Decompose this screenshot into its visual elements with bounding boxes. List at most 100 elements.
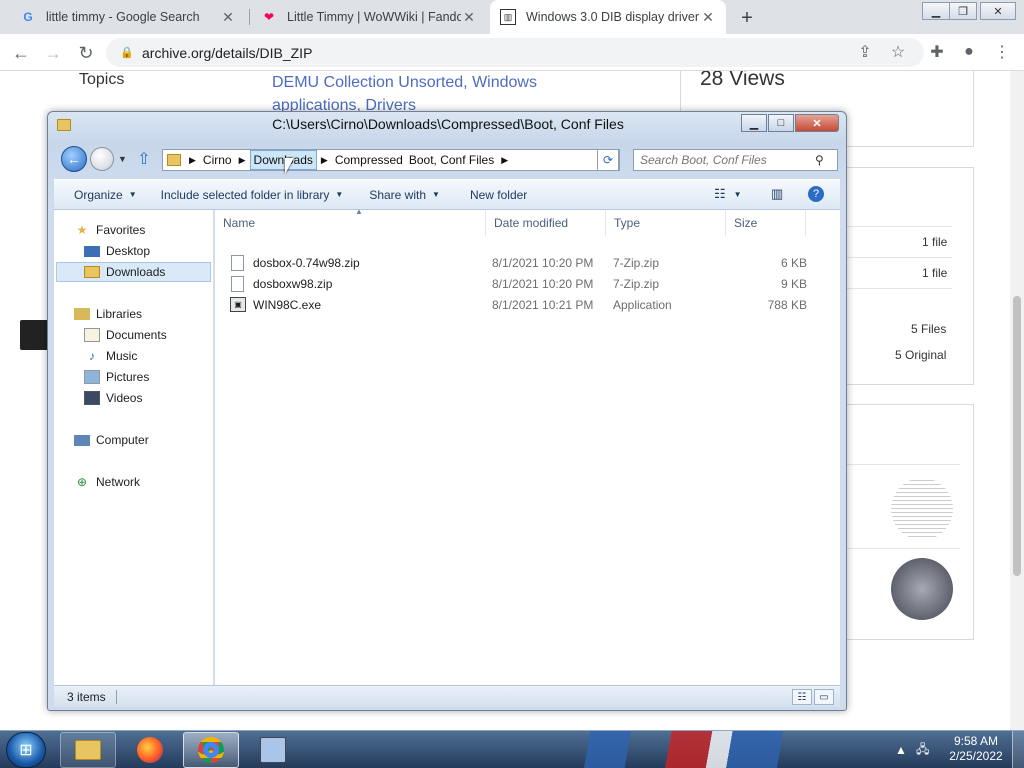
recent-pages-dropdown-icon[interactable]: ▼ [118, 154, 127, 164]
google-icon: G [23, 10, 33, 24]
nav-music[interactable]: ♪ Music [84, 346, 137, 366]
search-box[interactable]: ⚲ [633, 149, 838, 171]
clock-date: 2/25/2022 [949, 749, 1003, 763]
url-bar[interactable]: 🔒 archive.org/details/DIB_ZIP [106, 38, 924, 67]
back-arrow-icon[interactable]: ← [8, 40, 34, 66]
details-view-icon[interactable]: ☷ [792, 689, 812, 705]
file-row[interactable]: dosbox-0.74w98.zip 8/1/2021 10:20 PM 7-Z… [223, 253, 823, 274]
search-input[interactable] [640, 153, 815, 167]
breadcrumb-compressed[interactable]: Compressed [332, 150, 406, 170]
restore-button[interactable]: ❐ [949, 2, 977, 20]
taskbar-firefox[interactable] [122, 732, 178, 768]
profile-icon[interactable]: ● [957, 40, 981, 64]
nav-favorites[interactable]: ★ Favorites [74, 220, 146, 240]
column-label: Date modified [494, 216, 569, 230]
nav-videos[interactable]: Videos [84, 388, 142, 408]
nav-label: Desktop [106, 244, 151, 258]
clock[interactable]: 9:58 AM 2/25/2022 [944, 734, 1008, 764]
nav-label: Downloads [106, 265, 166, 279]
column-date-modified[interactable]: Date modified [486, 210, 606, 236]
page-scrollbar[interactable] [1010, 71, 1024, 730]
file-row[interactable]: dosboxw98.zip 8/1/2021 10:20 PM 7-Zip.zi… [223, 274, 823, 295]
maximize-button[interactable]: □ [768, 114, 794, 132]
close-button[interactable]: ✕ [980, 2, 1016, 20]
new-folder-label: New folder [469, 187, 528, 202]
include-in-library-button[interactable]: Include selected folder in library ▼ [147, 188, 354, 202]
fandom-icon: ❤ [263, 10, 275, 24]
star-icon[interactable]: ☆ [886, 40, 910, 64]
browser-tabstrip: G little timmy - Google Search ✕ ❤ Littl… [0, 0, 1024, 34]
chevron-right-icon[interactable]: ▶ [317, 155, 332, 166]
tab-separator [249, 9, 250, 25]
nav-computer[interactable]: Computer [74, 430, 149, 450]
related-thumbnail[interactable] [891, 558, 953, 620]
window-title: C:\Users\Cirno\Downloads\Compressed\Boot… [272, 116, 624, 132]
share-with-button[interactable]: Share with ▼ [353, 188, 450, 202]
breadcrumb-current[interactable]: Boot, Conf Files [406, 150, 497, 170]
file-date: 8/1/2021 10:20 PM [492, 277, 594, 291]
organize-button[interactable]: Organize ▼ [54, 188, 147, 202]
extensions-icon[interactable]: ✚ [925, 40, 949, 64]
breadcrumb-cirno[interactable]: Cirno [200, 150, 235, 170]
taskbar-explorer[interactable] [60, 732, 116, 768]
show-desktop-button[interactable] [1012, 731, 1024, 768]
back-arrow-icon[interactable]: ← [61, 146, 87, 172]
column-size[interactable]: Size [726, 210, 806, 236]
forward-arrow-icon[interactable]: → [40, 40, 66, 66]
column-type[interactable]: Type [606, 210, 726, 236]
nav-label: Favorites [96, 223, 146, 237]
start-button[interactable]: ⊞ [6, 732, 46, 768]
archive-icon: ▥ [500, 9, 516, 25]
share-label: Share with [369, 187, 427, 202]
forward-arrow-icon[interactable] [90, 147, 114, 171]
file-row[interactable]: ▣ WIN98C.exe 8/1/2021 10:21 PM Applicati… [223, 295, 823, 316]
close-icon[interactable]: ✕ [700, 9, 716, 26]
close-button[interactable]: ✕ [795, 114, 839, 132]
large-icons-view-icon[interactable]: ▭ [814, 689, 834, 705]
column-name[interactable]: Name ▲ [215, 207, 486, 236]
show-hidden-icons[interactable]: ▲ [895, 731, 907, 768]
nav-label: Computer [96, 433, 149, 447]
music-icon: ♪ [89, 349, 95, 363]
nav-desktop[interactable]: Desktop [84, 241, 150, 261]
reload-icon[interactable]: ↻ [73, 40, 99, 66]
taskbar-chrome[interactable] [183, 732, 239, 768]
menu-icon[interactable]: ⋮ [990, 40, 1014, 64]
mouse-cursor [285, 158, 294, 174]
network-icon[interactable]: 🖧 [916, 731, 929, 768]
close-icon[interactable]: ✕ [461, 9, 477, 26]
taskbar-app[interactable] [245, 732, 301, 768]
chevron-right-icon[interactable]: ▶ [497, 155, 512, 166]
chevron-right-icon[interactable]: ▶ [235, 155, 250, 166]
tab-fandom[interactable]: ❤ Little Timmy | WoWWiki | Fandom ✕ [251, 0, 487, 34]
address-bar[interactable]: ▶ Cirno ▶ Downloads ▶ Compressed Boot, C… [162, 149, 620, 171]
nav-documents[interactable]: Documents [84, 325, 167, 345]
minimize-button[interactable]: ▁ [741, 114, 767, 132]
close-icon[interactable]: ✕ [220, 9, 236, 26]
minimize-button[interactable]: ▁ [922, 2, 950, 20]
tab-google-search[interactable]: G little timmy - Google Search ✕ [10, 0, 246, 34]
view-options-icon[interactable]: ☷ ▼ [714, 186, 742, 202]
tab-archive[interactable]: ▥ Windows 3.0 DIB display driver ✕ [490, 0, 726, 34]
help-icon[interactable]: ? [808, 186, 824, 202]
nav-downloads[interactable]: Downloads [56, 262, 211, 282]
breadcrumb-downloads[interactable]: Downloads [249, 150, 317, 170]
up-arrow-icon[interactable]: ⇧ [135, 149, 153, 169]
scrollbar-thumb[interactable] [1013, 296, 1021, 576]
refresh-icon[interactable]: ⟳ [597, 149, 619, 171]
pictures-icon [84, 370, 100, 384]
preview-pane-icon[interactable]: ▥ [771, 186, 783, 202]
file-type: Application [613, 298, 672, 312]
nav-pictures[interactable]: Pictures [84, 367, 149, 387]
new-tab-button[interactable]: + [734, 5, 760, 31]
file-size: 9 KB [780, 277, 807, 291]
nav-label: Documents [106, 328, 167, 342]
item-count: 3 items [54, 689, 117, 704]
related-thumbnail[interactable] [891, 478, 953, 540]
search-icon[interactable]: ⚲ [815, 153, 824, 167]
share-icon[interactable]: ⇪ [853, 40, 877, 64]
nav-network[interactable]: ⊕ Network [74, 472, 140, 492]
new-folder-button[interactable]: New folder [450, 188, 537, 202]
chevron-right-icon[interactable]: ▶ [185, 155, 200, 166]
nav-libraries[interactable]: Libraries [74, 304, 142, 324]
